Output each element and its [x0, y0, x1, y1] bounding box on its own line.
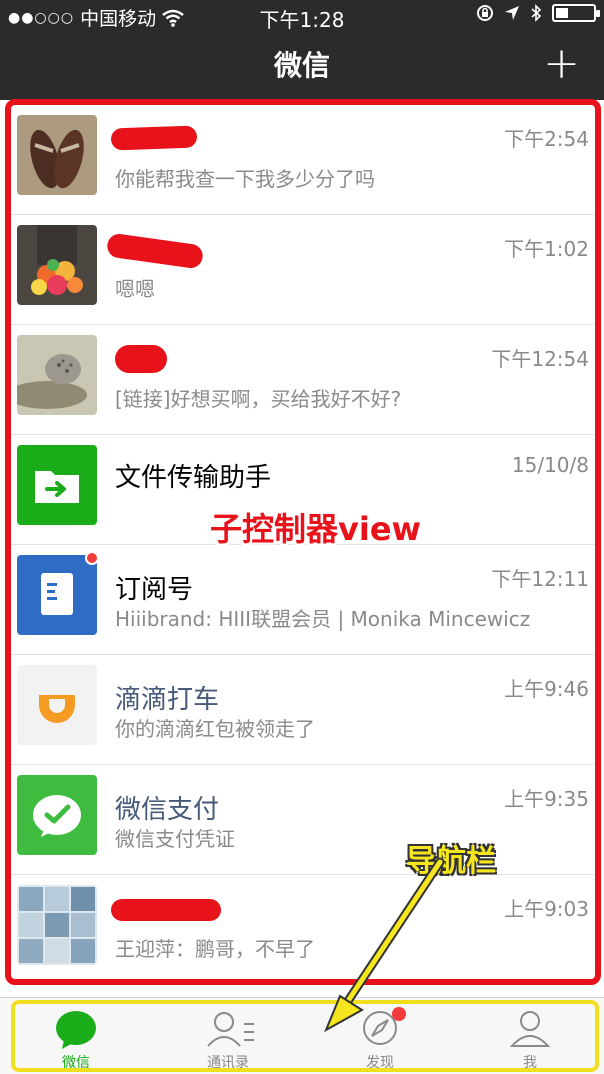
annotation-arrow	[323, 857, 445, 1033]
